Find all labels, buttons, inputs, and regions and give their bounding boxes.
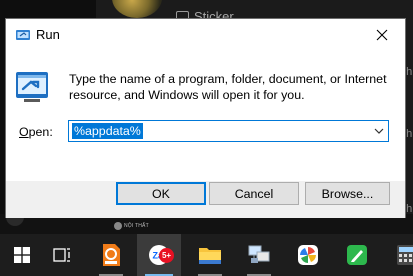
background-logo-dot [114, 222, 122, 230]
taskbar: Za 5+ [0, 234, 413, 276]
pdf-app-icon [103, 244, 120, 266]
notification-badge: 5+ [159, 248, 174, 263]
taskbar-edit-app[interactable] [335, 234, 379, 276]
ok-button[interactable]: OK [116, 182, 206, 205]
browse-button[interactable]: Browse... [305, 182, 390, 205]
green-edit-icon [347, 245, 367, 265]
calculator-icon [397, 245, 413, 265]
run-icon [16, 72, 48, 102]
taskbar-file-explorer[interactable] [188, 234, 232, 276]
open-label: Open: [19, 125, 53, 139]
network-computer-icon [248, 245, 270, 263]
folder-icon [199, 248, 221, 264]
cancel-button[interactable]: Cancel [209, 182, 299, 205]
taskbar-zalo[interactable]: Za 5+ [137, 234, 181, 276]
dialog-description: Type the name of a program, folder, docu… [69, 72, 387, 102]
close-icon [376, 29, 388, 41]
start-button[interactable] [0, 234, 44, 276]
dialog-titlebar[interactable]: Run [6, 19, 405, 51]
open-label-accesskey: O [19, 125, 29, 139]
windows-icon [14, 247, 30, 263]
taskbar-pinwheel-app[interactable] [286, 234, 330, 276]
open-input-value[interactable]: %appdata% [72, 123, 143, 139]
dialog-title: Run [36, 27, 60, 42]
task-view-icon [53, 248, 70, 262]
taskbar-pdf-app[interactable] [89, 234, 133, 276]
close-button[interactable] [359, 19, 405, 51]
pinwheel-icon [298, 245, 318, 265]
run-dialog: Run Type the name of a program, folder, … [5, 18, 406, 218]
open-label-rest: pen: [28, 125, 53, 139]
chevron-down-icon[interactable] [374, 127, 384, 135]
taskbar-network-app[interactable] [237, 234, 281, 276]
open-input[interactable]: %appdata% [68, 120, 389, 142]
taskbar-calculator[interactable] [384, 234, 413, 276]
run-app-icon [16, 30, 30, 40]
task-view-button[interactable] [40, 234, 84, 276]
background-noithat-label: NỘI THẤT [124, 223, 149, 229]
dialog-body: Type the name of a program, folder, docu… [6, 51, 405, 181]
